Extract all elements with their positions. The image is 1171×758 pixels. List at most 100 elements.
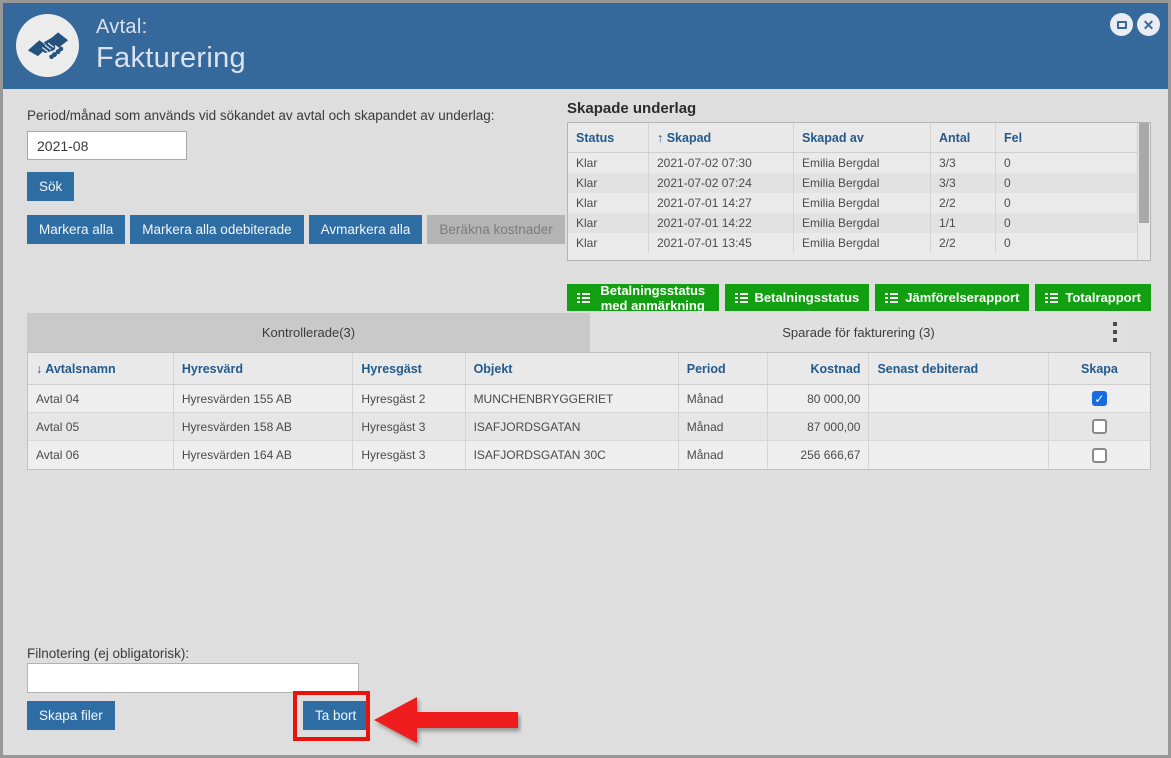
cell: Avtal 06	[28, 441, 174, 469]
cell: ✓	[1049, 385, 1150, 412]
cell: 2021-07-02 07:30	[649, 153, 794, 173]
table-row[interactable]: Klar2021-07-01 14:27Emilia Bergdal2/20	[568, 193, 1150, 213]
comparison-report-button[interactable]: Jämförelserapport	[875, 284, 1029, 311]
cell: Hyresvärden 164 AB	[174, 441, 354, 469]
cell: 3/3	[931, 173, 996, 193]
button-label: Jämförelserapport	[905, 290, 1019, 305]
table-row[interactable]: Klar2021-07-02 07:30Emilia Bergdal3/30	[568, 153, 1150, 173]
deselect-all-button[interactable]: Avmarkera alla	[309, 215, 423, 244]
skapade-underlag-title: Skapade underlag	[567, 100, 696, 117]
table-row[interactable]: Klar2021-07-01 13:45Emilia Bergdal2/20	[568, 233, 1150, 253]
cell: Hyresgäst 3	[353, 413, 465, 440]
cell: ISAFJORDSGATAN	[466, 413, 679, 440]
title-app: Avtal:	[96, 16, 246, 39]
handshake-icon	[16, 14, 79, 77]
button-label: Totalrapport	[1065, 290, 1141, 305]
column-header[interactable]: Skapa	[1049, 353, 1150, 384]
filnotering-input[interactable]	[27, 663, 359, 693]
cell: Avtal 04	[28, 385, 174, 412]
scrollbar-thumb[interactable]	[1139, 123, 1149, 223]
cell: Emilia Bergdal	[794, 233, 931, 253]
payment-status-button[interactable]: Betalningsstatus	[725, 284, 870, 311]
cell: 80 000,00	[768, 385, 869, 412]
kebab-menu-icon[interactable]	[1111, 320, 1119, 344]
cell: 256 666,67	[768, 441, 869, 469]
column-header[interactable]: Objekt	[466, 353, 679, 384]
table-row[interactable]: Klar2021-07-01 14:22Emilia Bergdal1/10	[568, 213, 1150, 233]
tab-sparade-for-fakturering[interactable]: Sparade för fakturering (3)	[590, 313, 1127, 352]
tab-kontrollerade[interactable]: Kontrollerade(3)	[27, 313, 590, 352]
cell	[869, 441, 1049, 469]
app-window: Avtal: Fakturering ✕ Period/månad som an…	[0, 0, 1171, 758]
button-label: Betalningsstatus med anmärkning	[597, 283, 709, 313]
column-header[interactable]: Hyresgäst	[353, 353, 465, 384]
calculate-costs-button[interactable]: Beräkna kostnader	[427, 215, 564, 244]
cell: Månad	[679, 413, 769, 440]
period-input[interactable]	[27, 131, 187, 160]
column-header[interactable]: ↑ Skapad	[649, 123, 794, 152]
tab-bar: Kontrollerade(3) Sparade för fakturering…	[27, 313, 1127, 352]
cell: Klar	[568, 153, 649, 173]
column-header[interactable]: Kostnad	[768, 353, 869, 384]
list-icon	[735, 293, 748, 303]
column-header[interactable]: Senast debiterad	[869, 353, 1049, 384]
contracts-table: ↓ AvtalsnamnHyresvärdHyresgästObjektPeri…	[27, 352, 1151, 470]
column-header[interactable]: ↓ Avtalsnamn	[28, 353, 174, 384]
select-all-unbilled-button[interactable]: Markera alla odebiterade	[130, 215, 303, 244]
title-section: Fakturering	[96, 42, 246, 75]
filnotering-label: Filnotering (ej obligatorisk):	[27, 646, 189, 661]
column-header[interactable]: Skapad av	[794, 123, 931, 152]
cell: Månad	[679, 385, 769, 412]
scrollbar[interactable]	[1137, 123, 1150, 260]
cell: 2/2	[931, 233, 996, 253]
table-row[interactable]: Klar2021-07-02 07:24Emilia Bergdal3/30	[568, 173, 1150, 193]
cell: 87 000,00	[768, 413, 869, 440]
cell: 2/2	[931, 193, 996, 213]
cell: 2021-07-01 14:22	[649, 213, 794, 233]
close-button[interactable]: ✕	[1137, 13, 1160, 36]
select-all-button[interactable]: Markera alla	[27, 215, 125, 244]
cell: Månad	[679, 441, 769, 469]
cell: Emilia Bergdal	[794, 173, 931, 193]
column-header[interactable]: Hyresvärd	[174, 353, 354, 384]
cell: 2021-07-02 07:24	[649, 173, 794, 193]
cell: Emilia Bergdal	[794, 153, 931, 173]
table-body: Klar2021-07-02 07:30Emilia Bergdal3/30Kl…	[568, 153, 1150, 253]
total-report-button[interactable]: Totalrapport	[1035, 284, 1151, 311]
page-title: Avtal: Fakturering	[96, 16, 246, 75]
payment-status-remark-button[interactable]: Betalningsstatus med anmärkning	[567, 284, 719, 311]
cell: Klar	[568, 233, 649, 253]
cell: MUNCHENBRYGGERIET	[466, 385, 679, 412]
table-row[interactable]: Avtal 05Hyresvärden 158 ABHyresgäst 3ISA…	[28, 413, 1150, 441]
selection-buttons: Markera alla Markera alla odebiterade Av…	[27, 215, 565, 244]
column-header[interactable]: Fel	[996, 123, 1137, 152]
cell: Klar	[568, 213, 649, 233]
delete-button[interactable]: Ta bort	[303, 701, 368, 730]
skapa-checkbox[interactable]: ✓	[1092, 391, 1107, 406]
column-header[interactable]: Status	[568, 123, 649, 152]
cell: Emilia Bergdal	[794, 193, 931, 213]
search-button[interactable]: Sök	[27, 172, 74, 201]
cell: 3/3	[931, 153, 996, 173]
red-arrow-icon	[372, 693, 522, 754]
cell: Avtal 05	[28, 413, 174, 440]
column-header[interactable]: Period	[679, 353, 769, 384]
column-header[interactable]: Antal	[931, 123, 996, 152]
cell	[869, 385, 1049, 412]
cell: 0	[996, 153, 1137, 173]
window-controls: ✕	[1110, 13, 1160, 36]
create-files-button[interactable]: Skapa filer	[27, 701, 115, 730]
table-body: Avtal 04Hyresvärden 155 ABHyresgäst 2MUN…	[28, 385, 1150, 469]
maximize-button[interactable]	[1110, 13, 1133, 36]
cell	[869, 413, 1049, 440]
skapa-checkbox[interactable]	[1092, 419, 1107, 434]
table-row[interactable]: Avtal 04Hyresvärden 155 ABHyresgäst 2MUN…	[28, 385, 1150, 413]
cell: Hyresgäst 3	[353, 441, 465, 469]
cell: ISAFJORDSGATAN 30C	[466, 441, 679, 469]
cell	[1049, 413, 1150, 440]
tab-label: Sparade för fakturering (3)	[782, 325, 934, 340]
restore-icon	[1117, 21, 1127, 29]
table-row[interactable]: Avtal 06Hyresvärden 164 ABHyresgäst 3ISA…	[28, 441, 1150, 469]
skapa-checkbox[interactable]	[1092, 448, 1107, 463]
cell: 2021-07-01 14:27	[649, 193, 794, 213]
